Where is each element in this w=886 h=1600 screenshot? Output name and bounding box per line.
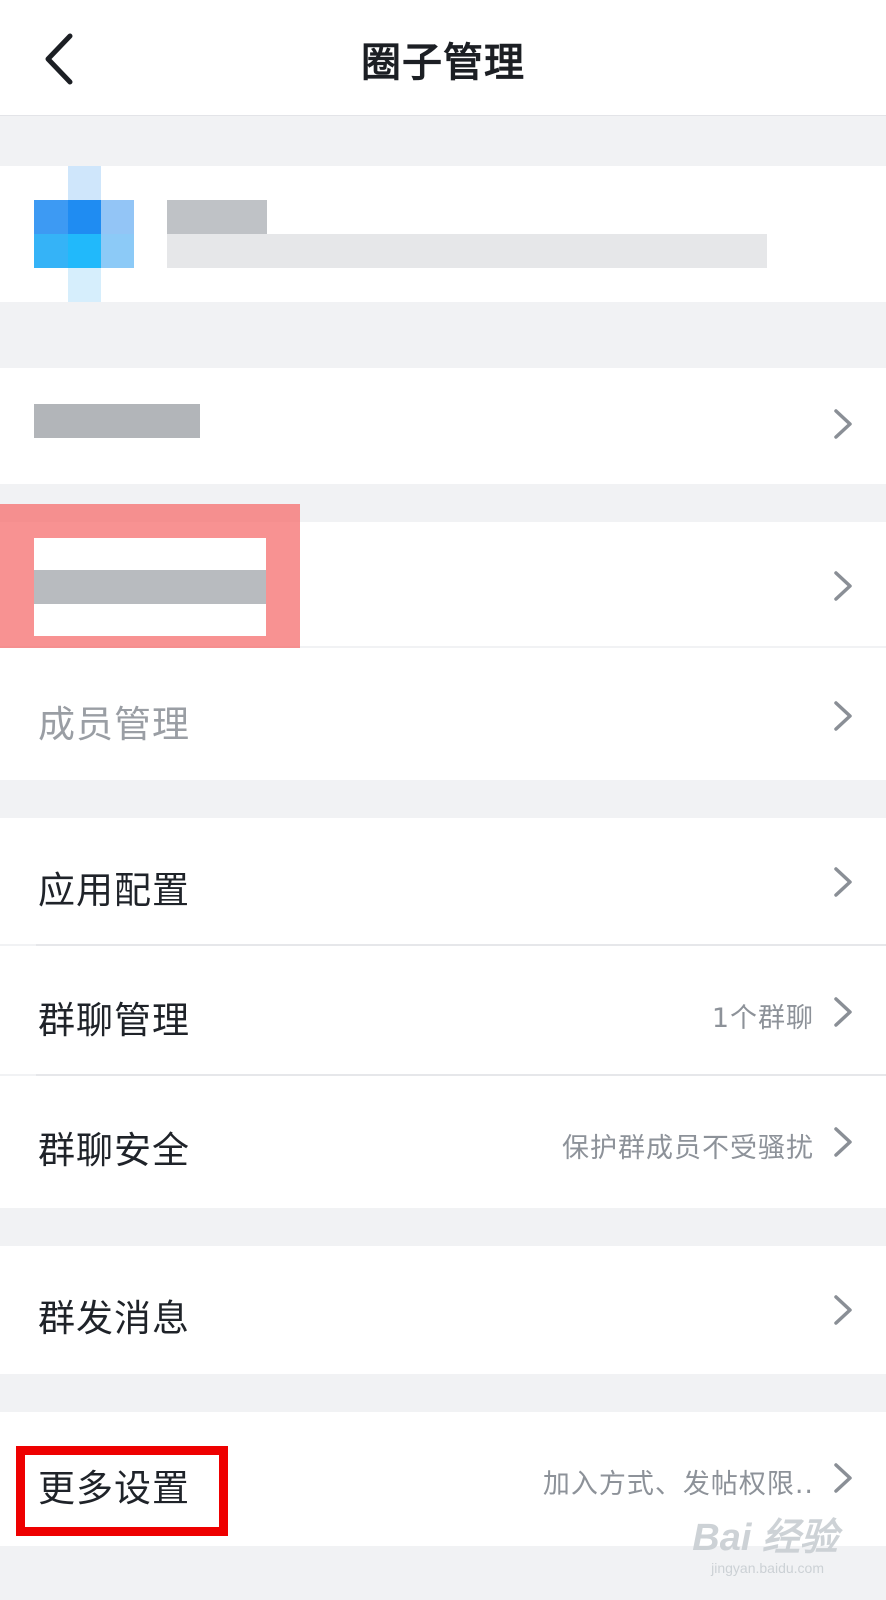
row-label: 成员管理 — [38, 703, 190, 746]
blurred-settings-row-1[interactable] — [0, 368, 886, 484]
circle-info-card[interactable] — [0, 166, 886, 302]
group-chat-security-row[interactable]: 群聊安全 保护群成员不受骚扰 — [0, 1076, 886, 1208]
circle-name-blurred — [167, 200, 267, 234]
group-chat-management-row[interactable]: 群聊管理 1个群聊 — [0, 946, 886, 1074]
chevron-right-icon — [834, 571, 852, 601]
circle-avatar-blurred — [34, 166, 134, 302]
row-label: 应用配置 — [38, 869, 190, 912]
watermark-url: jingyan.baidu.com — [711, 1560, 824, 1576]
highlight-box-more-settings — [16, 1446, 228, 1536]
broadcast-message-row[interactable]: 群发消息 — [0, 1246, 886, 1374]
chevron-right-icon — [834, 1463, 852, 1493]
chevron-right-icon — [834, 701, 852, 731]
chevron-right-icon — [834, 997, 852, 1027]
chevron-right-icon — [834, 409, 852, 439]
app-config-row[interactable]: 应用配置 — [0, 818, 886, 944]
chevron-right-icon — [834, 867, 852, 897]
row-label: 群发消息 — [38, 1297, 190, 1340]
row-value: 1个群聊 — [711, 1003, 814, 1034]
page-title: 圈子管理 — [361, 40, 525, 86]
top-bar: 圈子管理 — [0, 0, 886, 116]
row-label: 群聊管理 — [38, 999, 190, 1042]
row-value: 保护群成员不受骚扰 — [562, 1133, 814, 1164]
circle-desc-blurred — [167, 234, 767, 268]
highlight-box-blurred — [0, 504, 300, 670]
member-management-row[interactable]: 成员管理 — [0, 648, 886, 780]
chevron-right-icon — [834, 1295, 852, 1325]
watermark-logo: Bai 经验 — [692, 1517, 838, 1559]
row-label: 群聊安全 — [38, 1129, 190, 1172]
blurred-row-label — [34, 404, 200, 438]
row-value: 加入方式、发帖权限.. — [542, 1469, 814, 1500]
chevron-right-icon — [834, 1127, 852, 1157]
